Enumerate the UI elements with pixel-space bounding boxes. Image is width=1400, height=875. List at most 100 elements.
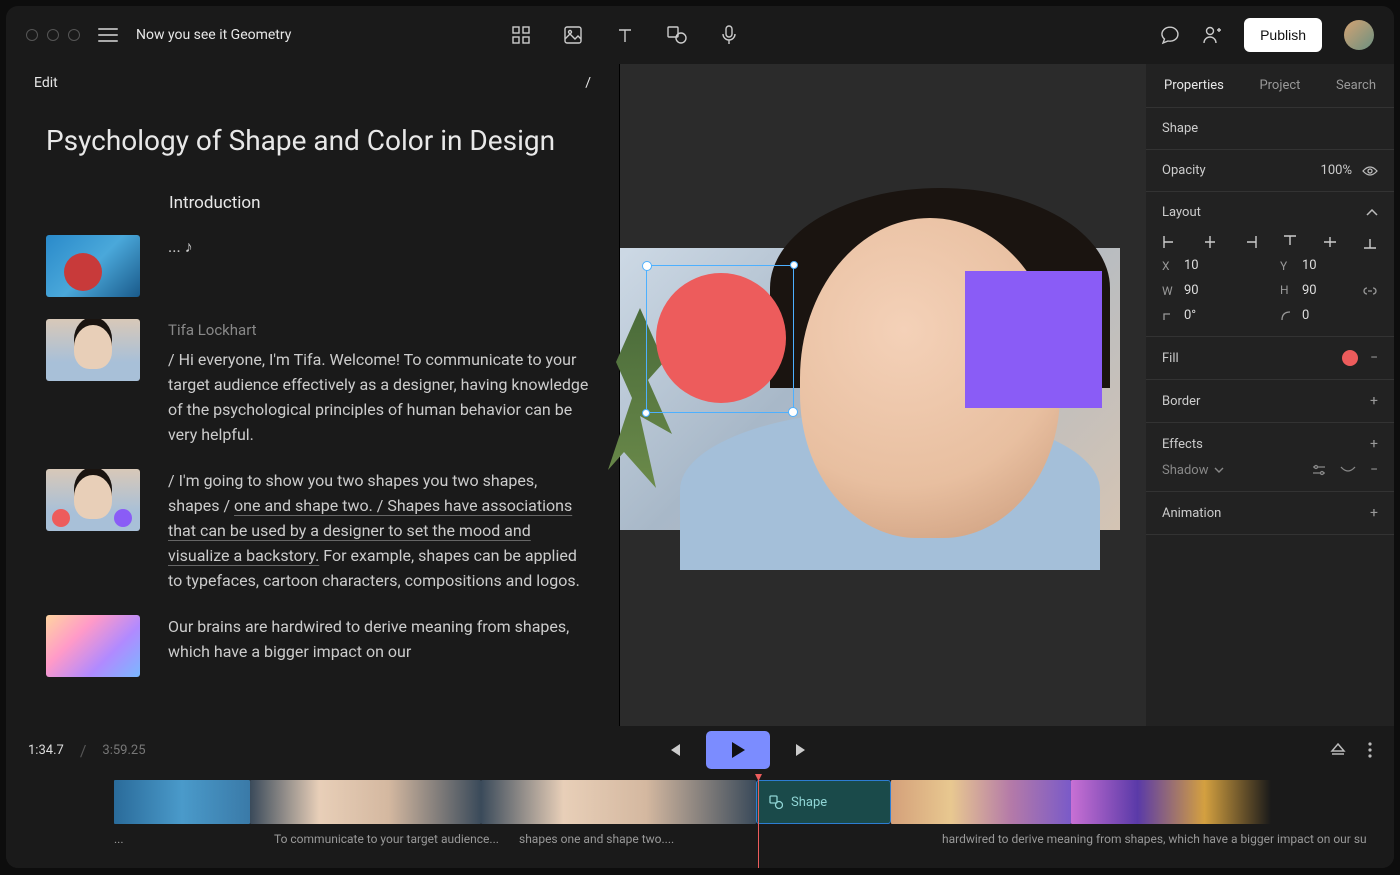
transcript-text[interactable]: / I'm going to show you two shapes you t… [168,469,591,593]
add-animation-icon[interactable]: + [1370,505,1378,521]
play-button[interactable] [706,731,770,769]
visibility-hidden-icon[interactable] [1340,465,1356,475]
shapes-icon[interactable] [667,25,687,45]
toolbar [511,25,739,45]
fill-color-swatch[interactable] [1342,350,1358,366]
playbar-right [1330,742,1372,758]
transport-controls [666,731,810,769]
eject-icon[interactable] [1330,742,1346,758]
speaker-label: Tifa Lockhart [168,319,591,342]
playhead[interactable] [758,774,759,868]
fill-row[interactable]: Fill − [1146,337,1394,380]
caption-segment[interactable] [704,832,942,856]
timeline-clip[interactable] [891,780,1071,824]
tab-project[interactable]: Project [1259,78,1300,93]
shadow-effect-row[interactable]: Shadow − [1162,462,1378,478]
resize-handle-icon[interactable] [790,261,798,269]
align-top-icon[interactable] [1282,234,1298,250]
section-heading[interactable]: Introduction [169,193,591,213]
clip-thumbnail[interactable] [46,615,140,677]
clip-thumbnail[interactable] [46,469,140,531]
border-row[interactable]: Border + [1146,380,1394,423]
align-vcenter-icon[interactable] [1322,234,1338,250]
text-icon[interactable] [615,25,635,45]
timeline-clip[interactable] [250,780,481,824]
caption-segment[interactable]: shapes one and shape two.... [519,832,704,856]
transcript-text[interactable]: Tifa Lockhart / Hi everyone, I'm Tifa. W… [168,319,591,447]
document-title[interactable]: Psychology of Shape and Color in Design [46,124,591,157]
tab-search[interactable]: Search [1336,78,1376,93]
remove-fill-icon[interactable]: − [1370,350,1378,366]
panel-tabs: Properties Project Search [1146,64,1394,108]
selection-box[interactable] [646,265,794,413]
align-bottom-icon[interactable] [1362,234,1378,250]
canvas-area[interactable] [620,64,1146,726]
hamburger-menu-icon[interactable] [98,28,118,42]
script-content: Psychology of Shape and Color in Design … [6,102,619,726]
rotation-field[interactable]: 0° [1162,308,1260,323]
project-title[interactable]: Now you see it Geometry [136,27,291,43]
microphone-icon[interactable] [719,25,739,45]
corner-radius-field[interactable]: 0 [1280,308,1378,323]
visibility-eye-icon[interactable] [1362,165,1378,177]
current-time: 1:34.7 [28,743,64,758]
align-left-icon[interactable] [1162,234,1178,250]
chevron-up-icon[interactable] [1366,209,1378,217]
timeline-track[interactable]: Shape [114,780,1394,824]
width-field[interactable]: W90 [1162,283,1260,298]
script-panel-header: Edit / [6,64,619,102]
y-position-field[interactable]: Y10 [1280,258,1378,273]
total-time: 3:59.25 [102,743,145,758]
top-bar: Now you see it Geometry Publish [6,6,1394,64]
clip-thumbnail[interactable] [46,235,140,297]
publish-button[interactable]: Publish [1244,18,1322,52]
timeline-clip[interactable] [1071,780,1271,824]
script-block: Tifa Lockhart / Hi everyone, I'm Tifa. W… [46,319,591,447]
align-hcenter-icon[interactable] [1202,234,1218,250]
add-user-icon[interactable] [1202,25,1222,45]
effects-section: Effects + Shadow − [1146,423,1394,492]
object-type-row: Shape [1146,108,1394,150]
effect-settings-icon[interactable] [1312,464,1326,476]
transcript-text[interactable]: Our brains are hardwired to derive meani… [168,615,591,677]
more-menu-icon[interactable] [1368,742,1372,758]
layout-grid-icon[interactable] [511,25,531,45]
edit-mode-label[interactable]: Edit [34,75,58,91]
x-position-field[interactable]: X10 [1162,258,1260,273]
path-indicator: / [585,75,591,91]
height-field[interactable]: H90 [1280,283,1317,298]
comment-icon[interactable] [1160,25,1180,45]
script-block: Our brains are hardwired to derive meani… [46,615,591,677]
video-canvas[interactable] [620,248,1120,530]
image-icon[interactable] [563,25,583,45]
header-actions: Publish [1160,18,1374,52]
caption-segment[interactable]: hardwired to derive meaning from shapes,… [942,832,1394,856]
layout-section: Layout X10 Y10 W90 H90 [1146,192,1394,337]
animation-row[interactable]: Animation + [1146,492,1394,535]
add-border-icon[interactable]: + [1370,393,1378,409]
skip-back-icon[interactable] [666,742,682,758]
caption-segment[interactable]: ... [114,832,274,856]
link-dimensions-icon[interactable] [1362,286,1378,296]
chevron-down-icon[interactable] [1214,467,1224,473]
tab-properties[interactable]: Properties [1164,78,1224,93]
resize-handle-icon[interactable] [642,409,650,417]
timeline-clip[interactable] [481,780,756,824]
opacity-value[interactable]: 100% [1321,163,1352,178]
align-right-icon[interactable] [1242,234,1258,250]
pause-marker[interactable]: ... ♪ [168,235,591,297]
script-block: / I'm going to show you two shapes you t… [46,469,591,593]
timeline-clip[interactable] [114,780,250,824]
shape-square[interactable] [965,271,1102,408]
add-effect-icon[interactable]: + [1370,436,1378,452]
opacity-row[interactable]: Opacity 100% [1146,150,1394,192]
timeline[interactable]: Shape ... To communicate to your target … [6,774,1394,868]
clip-thumbnail[interactable] [46,319,140,381]
window-traffic-lights[interactable] [26,29,80,41]
caption-segment[interactable]: To communicate to your target audience..… [274,832,519,856]
timeline-shape-chip[interactable]: Shape [756,780,891,824]
playback-bar: 1:34.7 / 3:59.25 [6,726,1394,774]
skip-forward-icon[interactable] [794,742,810,758]
user-avatar[interactable] [1344,20,1374,50]
remove-effect-icon[interactable]: − [1370,462,1378,478]
